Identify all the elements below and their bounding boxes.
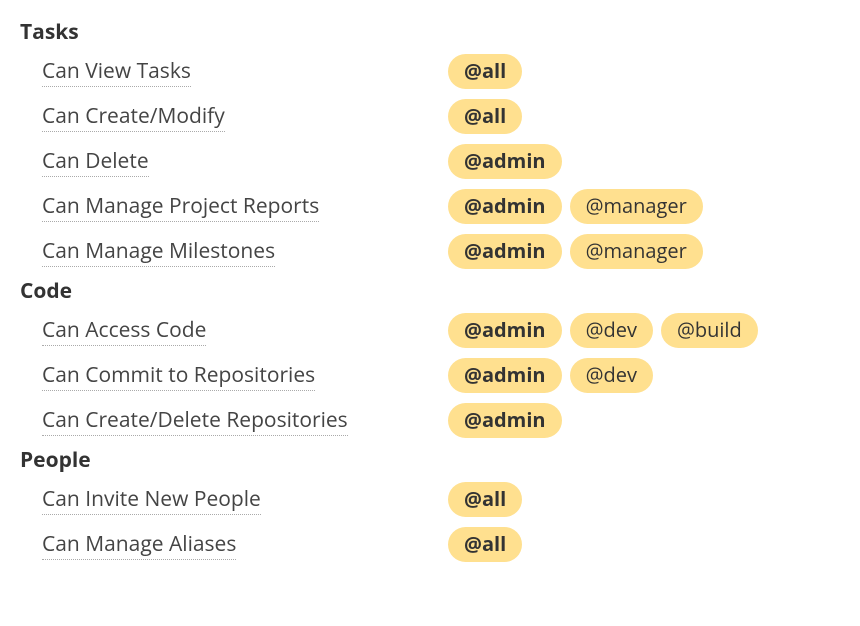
permission-label[interactable]: Can Create/Modify: [42, 102, 448, 130]
permission-label[interactable]: Can Access Code: [42, 316, 448, 344]
section-header: Code: [20, 277, 840, 305]
role-tag[interactable]: @admin: [448, 403, 562, 438]
permission-tags: @admin@manager: [448, 234, 703, 269]
permission-row: Can Access Code@admin@dev@build: [42, 310, 840, 350]
role-tag[interactable]: @all: [448, 482, 522, 517]
permission-label[interactable]: Can Invite New People: [42, 485, 448, 513]
permission-tags: @admin: [448, 403, 562, 438]
permission-tags: @admin@manager: [448, 189, 703, 224]
permission-label[interactable]: Can Manage Project Reports: [42, 192, 448, 220]
permission-row: Can Delete@admin: [42, 141, 840, 181]
role-tag[interactable]: @all: [448, 54, 522, 89]
permission-tags: @admin@dev: [448, 358, 653, 393]
permission-tags: @admin@dev@build: [448, 313, 758, 348]
role-tag[interactable]: @admin: [448, 313, 562, 348]
permission-tags: @all: [448, 527, 522, 562]
role-tag[interactable]: @dev: [570, 358, 653, 393]
permission-row: Can Commit to Repositories@admin@dev: [42, 355, 840, 395]
permission-label[interactable]: Can View Tasks: [42, 57, 448, 85]
role-tag[interactable]: @manager: [570, 189, 703, 224]
role-tag[interactable]: @all: [448, 99, 522, 134]
permission-row: Can Invite New People@all: [42, 479, 840, 519]
permission-label[interactable]: Can Create/Delete Repositories: [42, 406, 448, 434]
role-tag[interactable]: @manager: [570, 234, 703, 269]
permission-row: Can Manage Milestones@admin@manager: [42, 231, 840, 271]
permission-label[interactable]: Can Commit to Repositories: [42, 361, 448, 389]
permission-row: Can View Tasks@all: [42, 51, 840, 91]
permission-row: Can Create/Modify@all: [42, 96, 840, 136]
role-tag[interactable]: @build: [661, 313, 758, 348]
section-header: People: [20, 446, 840, 474]
role-tag[interactable]: @all: [448, 527, 522, 562]
role-tag[interactable]: @admin: [448, 144, 562, 179]
role-tag[interactable]: @dev: [570, 313, 653, 348]
permission-row: Can Create/Delete Repositories@admin: [42, 400, 840, 440]
role-tag[interactable]: @admin: [448, 358, 562, 393]
section-header: Tasks: [20, 18, 840, 46]
permissions-list: TasksCan View Tasks@allCan Create/Modify…: [20, 18, 840, 564]
permission-label[interactable]: Can Manage Aliases: [42, 530, 448, 558]
permission-tags: @admin: [448, 144, 562, 179]
permission-row: Can Manage Project Reports@admin@manager: [42, 186, 840, 226]
role-tag[interactable]: @admin: [448, 189, 562, 224]
role-tag[interactable]: @admin: [448, 234, 562, 269]
permission-tags: @all: [448, 54, 522, 89]
permission-tags: @all: [448, 99, 522, 134]
permission-label[interactable]: Can Manage Milestones: [42, 237, 448, 265]
permission-tags: @all: [448, 482, 522, 517]
permission-row: Can Manage Aliases@all: [42, 524, 840, 564]
permission-label[interactable]: Can Delete: [42, 147, 448, 175]
